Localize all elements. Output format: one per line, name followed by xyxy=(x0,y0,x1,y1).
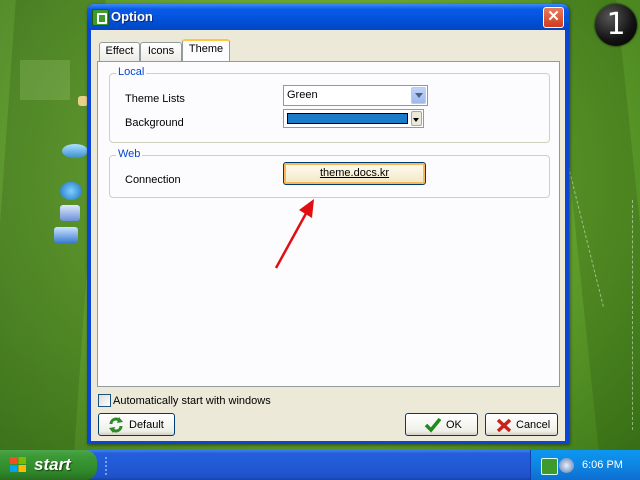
connection-link-button[interactable]: theme.docs.kr xyxy=(283,162,426,185)
close-button[interactable]: ✕ xyxy=(543,7,564,28)
tab-theme[interactable]: Theme xyxy=(182,39,230,61)
local-group: Local Theme Lists Green Background xyxy=(109,66,550,143)
ok-button[interactable]: OK xyxy=(405,413,478,436)
network-icon[interactable] xyxy=(62,144,88,158)
window-client-area: Effect Icons Theme Local Theme Lists Gre… xyxy=(91,30,565,441)
start-button[interactable]: start xyxy=(0,450,97,480)
x-icon xyxy=(496,418,512,433)
title-bar[interactable]: Option ✕ xyxy=(87,4,569,30)
default-button-label: Default xyxy=(129,419,164,431)
annotation-arrow-shaft xyxy=(274,207,311,269)
background-color-swatch xyxy=(287,113,408,124)
app-tray-icon[interactable] xyxy=(541,458,558,475)
theme-lists-label: Theme Lists xyxy=(125,93,185,105)
theme-lists-value: Green xyxy=(287,89,318,101)
taskbar-grip[interactable] xyxy=(105,457,110,475)
start-label: start xyxy=(34,455,71,474)
background-color-picker[interactable] xyxy=(283,109,424,128)
cancel-button[interactable]: Cancel xyxy=(485,413,558,436)
document-icon[interactable] xyxy=(60,205,80,221)
theme-lists-dropdown[interactable]: Green xyxy=(283,85,428,106)
autostart-label: Automatically start with windows xyxy=(113,395,271,407)
computer-icon[interactable] xyxy=(54,227,78,243)
local-group-title: Local xyxy=(116,66,147,78)
refresh-icon xyxy=(109,417,123,433)
option-window: Option ✕ Effect Icons Theme Local Theme … xyxy=(87,4,569,444)
web-group: Web Connection theme.docs.kr xyxy=(109,148,550,198)
connection-label: Connection xyxy=(125,174,181,186)
desktop-light-patch xyxy=(20,60,70,100)
window-title: Option xyxy=(111,9,153,24)
autostart-checkbox[interactable] xyxy=(98,394,111,407)
tab-effect[interactable]: Effect xyxy=(99,42,140,61)
step-number-badge: 1 xyxy=(595,4,637,46)
annotation-arrow-head xyxy=(299,199,314,218)
checkmark-icon xyxy=(424,417,442,433)
app-icon xyxy=(92,9,109,26)
background-label: Background xyxy=(125,117,184,129)
tab-icons[interactable]: Icons xyxy=(140,42,182,61)
internet-explorer-icon[interactable] xyxy=(60,182,82,200)
web-group-title: Web xyxy=(116,148,143,160)
network-tray-icon[interactable] xyxy=(559,458,574,473)
taskbar: start 6:06 PM xyxy=(0,450,640,480)
chevron-down-icon[interactable] xyxy=(411,87,426,104)
chevron-down-icon[interactable] xyxy=(411,111,422,126)
ok-button-label: OK xyxy=(446,419,462,431)
close-icon: ✕ xyxy=(547,8,560,25)
clock[interactable]: 6:06 PM xyxy=(582,459,623,471)
default-button[interactable]: Default xyxy=(98,413,175,436)
windows-logo-icon xyxy=(10,457,26,472)
cancel-button-label: Cancel xyxy=(516,419,551,431)
theme-tab-panel: Local Theme Lists Green Background Web C… xyxy=(97,61,560,387)
desktop-edge-line xyxy=(632,200,633,430)
